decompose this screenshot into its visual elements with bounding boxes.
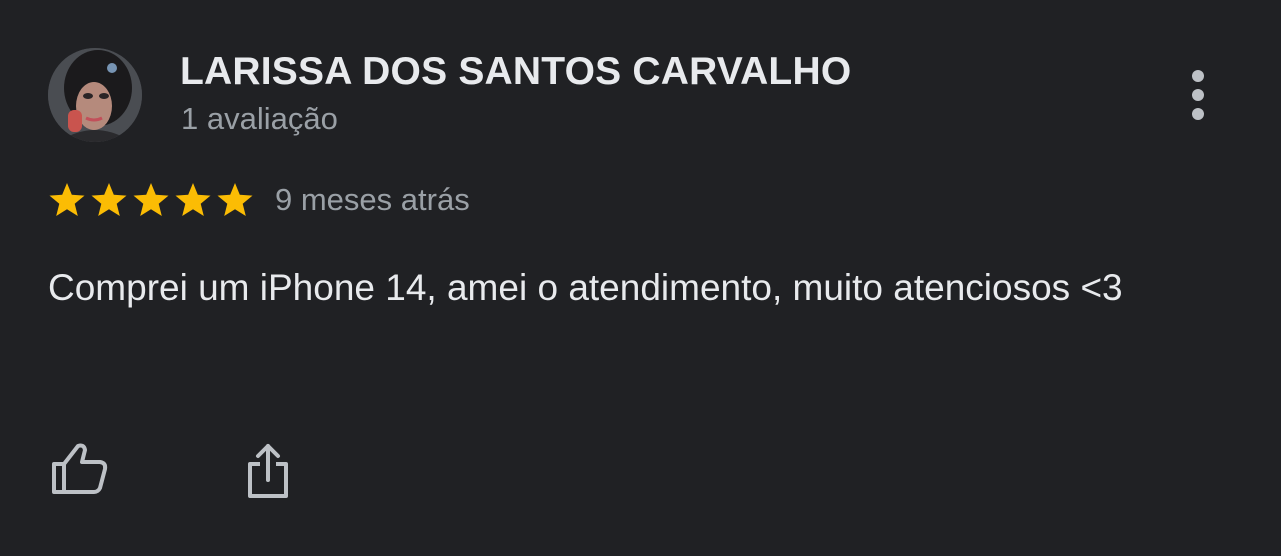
review-text: Comprei um iPhone 14, amei o atendimento… (48, 267, 1123, 308)
star-icon (48, 181, 86, 219)
star-icon (132, 181, 170, 219)
avatar-image (48, 48, 142, 142)
share-button[interactable] (240, 440, 296, 502)
thumb-up-icon (52, 443, 108, 494)
reviewer-review-count[interactable]: 1 avaliação (181, 100, 338, 138)
review-date: 9 meses atrás (275, 182, 470, 217)
star-icon (90, 181, 128, 219)
like-button[interactable] (48, 440, 110, 500)
share-icon (248, 444, 288, 498)
more-vertical-icon (1192, 70, 1204, 120)
reviewer-name[interactable]: LARISSA DOS SANTOS CARVALHO (180, 50, 851, 94)
more-options-button[interactable] (1176, 66, 1220, 126)
reviewer-avatar[interactable] (48, 48, 142, 142)
star-icon (174, 181, 212, 219)
star-icon (216, 181, 254, 219)
star-rating (48, 180, 258, 220)
review-card: LARISSA DOS SANTOS CARVALHO 1 avaliação … (0, 0, 1281, 556)
